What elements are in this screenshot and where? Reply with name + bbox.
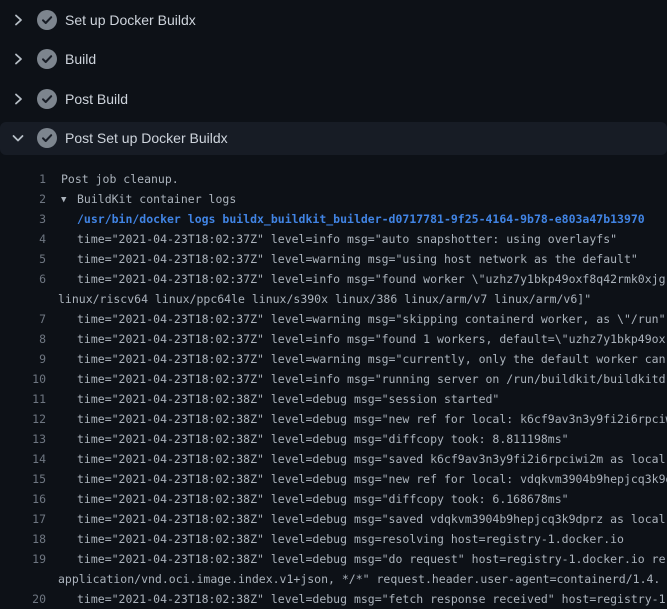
job-steps-list: Set up Docker Buildx Build Post Build Po… (0, 0, 667, 155)
log-line-number[interactable]: 13 (0, 429, 46, 449)
log-line-number[interactable]: 1 (0, 169, 46, 189)
log-row: 1 Post job cleanup. (0, 169, 667, 189)
step-label: Set up Docker Buildx (65, 12, 196, 28)
log-row: 11 time="2021-04-23T18:02:38Z" level=deb… (0, 389, 667, 409)
log-viewer[interactable]: 1 Post job cleanup. 2 ▼BuildKit containe… (0, 158, 667, 609)
log-line-text: time="2021-04-23T18:02:38Z" level=debug … (77, 589, 667, 609)
log-line-number[interactable]: 16 (0, 489, 46, 509)
chevron-right-icon (10, 91, 26, 107)
log-line-number[interactable]: 18 (0, 529, 46, 549)
log-row: 16 time="2021-04-23T18:02:38Z" level=deb… (0, 489, 667, 509)
log-row: linux/riscv64 linux/ppc64le linux/s390x … (0, 289, 667, 309)
log-line-text: time="2021-04-23T18:02:38Z" level=debug … (77, 549, 667, 569)
log-line-text: time="2021-04-23T18:02:38Z" level=debug … (77, 429, 667, 449)
step-row-post-build[interactable]: Post Build (0, 79, 667, 119)
log-line-number[interactable]: 5 (0, 249, 46, 269)
log-line-text: time="2021-04-23T18:02:38Z" level=debug … (77, 389, 667, 409)
step-label: Build (65, 51, 96, 67)
log-row: 4 time="2021-04-23T18:02:37Z" level=info… (0, 229, 667, 249)
triangle-down-icon[interactable]: ▼ (61, 190, 77, 210)
log-line-number[interactable]: 9 (0, 349, 46, 369)
log-line-number[interactable]: 10 (0, 369, 46, 389)
log-line-number[interactable]: 8 (0, 329, 46, 349)
chevron-right-icon (10, 51, 26, 67)
log-line-number[interactable]: 19 (0, 549, 46, 569)
log-row: 6 time="2021-04-23T18:02:37Z" level=info… (0, 269, 667, 289)
log-line-text: time="2021-04-23T18:02:37Z" level=warnin… (77, 249, 667, 269)
step-row-post-set-up-docker-buildx[interactable]: Post Set up Docker Buildx (0, 122, 667, 155)
log-line-number (0, 289, 46, 309)
log-row: 8 time="2021-04-23T18:02:37Z" level=info… (0, 329, 667, 349)
log-row: 18 time="2021-04-23T18:02:38Z" level=deb… (0, 529, 667, 549)
log-row: 17 time="2021-04-23T18:02:38Z" level=deb… (0, 509, 667, 529)
log-row: application/vnd.oci.image.index.v1+json,… (0, 569, 667, 589)
log-line-text: time="2021-04-23T18:02:38Z" level=debug … (77, 509, 667, 529)
log-row: 13 time="2021-04-23T18:02:38Z" level=deb… (0, 429, 667, 449)
log-line-number[interactable]: 7 (0, 309, 46, 329)
log-row: 15 time="2021-04-23T18:02:38Z" level=deb… (0, 469, 667, 489)
log-line-number[interactable]: 4 (0, 229, 46, 249)
step-row-set-up-docker-buildx[interactable]: Set up Docker Buildx (0, 0, 667, 40)
log-row: 10 time="2021-04-23T18:02:37Z" level=inf… (0, 369, 667, 389)
log-row: 14 time="2021-04-23T18:02:38Z" level=deb… (0, 449, 667, 469)
step-label: Post Build (65, 91, 128, 107)
log-line-text: time="2021-04-23T18:02:38Z" level=debug … (77, 409, 667, 429)
log-line-number[interactable]: 15 (0, 469, 46, 489)
log-row: 12 time="2021-04-23T18:02:38Z" level=deb… (0, 409, 667, 429)
check-circle-icon (37, 128, 57, 148)
check-circle-icon (37, 49, 57, 69)
log-line-text: time="2021-04-23T18:02:37Z" level=info m… (77, 229, 667, 249)
log-row: 5 time="2021-04-23T18:02:37Z" level=warn… (0, 249, 667, 269)
log-row: 20 time="2021-04-23T18:02:38Z" level=deb… (0, 589, 667, 609)
log-line-text: time="2021-04-23T18:02:38Z" level=debug … (77, 449, 667, 469)
log-line-number[interactable]: 11 (0, 389, 46, 409)
check-circle-icon (37, 89, 57, 109)
log-line-number[interactable]: 12 (0, 409, 46, 429)
log-line-text: linux/riscv64 linux/ppc64le linux/s390x … (58, 289, 667, 309)
log-row: 2 ▼BuildKit container logs (0, 189, 667, 209)
log-row: 7 time="2021-04-23T18:02:37Z" level=warn… (0, 309, 667, 329)
log-line-text: Post job cleanup. (61, 169, 667, 189)
check-circle-icon (37, 10, 57, 30)
log-line-text: ▼BuildKit container logs (61, 189, 667, 209)
log-row: 19 time="2021-04-23T18:02:38Z" level=deb… (0, 549, 667, 569)
log-line-number[interactable]: 17 (0, 509, 46, 529)
log-line-text: time="2021-04-23T18:02:37Z" level=info m… (77, 329, 667, 349)
log-line-number[interactable]: 2 (0, 189, 46, 209)
log-line-number[interactable]: 20 (0, 589, 46, 609)
log-line-text: time="2021-04-23T18:02:37Z" level=warnin… (77, 349, 667, 369)
log-line-text: time="2021-04-23T18:02:38Z" level=debug … (77, 529, 667, 549)
log-line-text: time="2021-04-23T18:02:37Z" level=warnin… (77, 309, 667, 329)
log-row: 3 /usr/bin/docker logs buildx_buildkit_b… (0, 209, 667, 229)
log-line-number[interactable]: 6 (0, 269, 46, 289)
log-line-text: time="2021-04-23T18:02:38Z" level=debug … (77, 489, 667, 509)
log-row: 9 time="2021-04-23T18:02:37Z" level=warn… (0, 349, 667, 369)
step-label: Post Set up Docker Buildx (65, 130, 228, 146)
log-line-number (0, 569, 46, 589)
log-line-text: application/vnd.oci.image.index.v1+json,… (58, 569, 667, 589)
chevron-right-icon (10, 12, 26, 28)
log-line-text: time="2021-04-23T18:02:37Z" level=info m… (77, 369, 667, 389)
step-row-build[interactable]: Build (0, 40, 667, 80)
log-line-number[interactable]: 3 (0, 209, 46, 229)
log-group-label[interactable]: BuildKit container logs (77, 192, 236, 206)
log-line-text: /usr/bin/docker logs buildx_buildkit_bui… (77, 209, 667, 229)
chevron-down-icon (10, 130, 26, 146)
log-line-text: time="2021-04-23T18:02:38Z" level=debug … (77, 469, 667, 489)
log-line-number[interactable]: 14 (0, 449, 46, 469)
log-line-text: time="2021-04-23T18:02:37Z" level=info m… (77, 269, 667, 289)
